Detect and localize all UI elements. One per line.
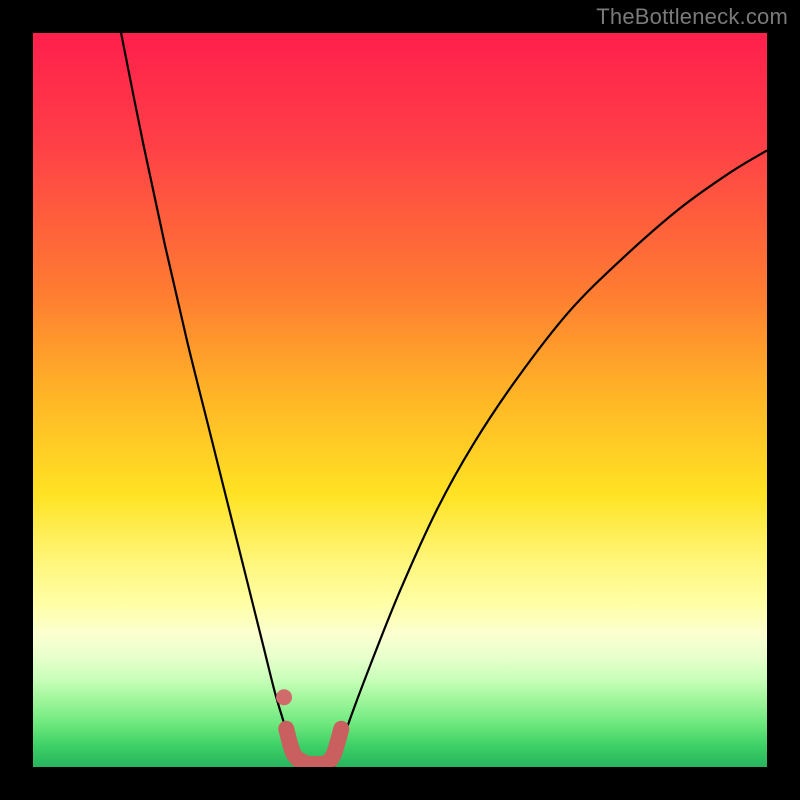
- chart-frame: TheBottleneck.com: [0, 0, 800, 800]
- curve-left-branch: [121, 33, 297, 767]
- marker-flat-path: [286, 729, 341, 764]
- marker-dot: [276, 689, 292, 705]
- plot-area: [33, 33, 767, 767]
- curve-right-branch: [334, 150, 767, 767]
- chart-svg: [33, 33, 767, 767]
- watermark-text: TheBottleneck.com: [596, 4, 788, 30]
